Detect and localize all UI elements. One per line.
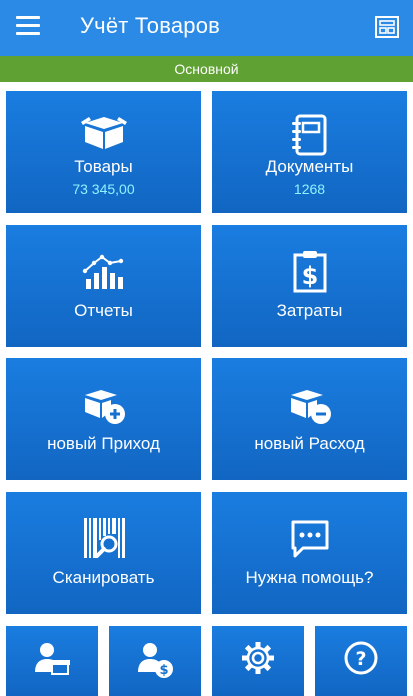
box-icon [6,113,201,157]
tile-label: Отчеты [74,301,133,320]
expense-icon: $ [212,249,407,293]
customers-button[interactable]: $ [109,626,201,696]
layout-icon [375,16,399,38]
box-minus-icon [212,386,407,430]
tile-expenses[interactable]: $ Затраты [212,225,407,347]
mode-bar: Основной [0,56,413,82]
tile-label: Сканировать [52,568,155,587]
svg-text:?: ? [355,648,366,670]
document-icon [212,113,407,157]
customer-money-icon: $ [135,640,175,685]
svg-text:$: $ [301,262,318,290]
svg-text:$: $ [159,663,168,678]
help-button[interactable]: ? [315,626,407,696]
layout-toggle-button[interactable] [374,14,400,40]
help-icon: ? [343,640,379,681]
box-plus-icon [6,386,201,430]
tile-products[interactable]: Товары 73 345,00 [6,91,201,213]
tile-label: Затраты [276,301,343,320]
documents-count-value: 1268 [293,181,326,197]
hamburger-line [16,24,40,27]
barcode-scan-icon [6,514,201,558]
chat-icon [212,518,407,562]
hamburger-line [16,32,40,35]
products-total-value: 73 345,00 [72,181,135,197]
chart-icon [6,253,201,297]
tile-documents[interactable]: Документы 1268 [212,91,407,213]
app-title: Учёт Товаров [80,13,221,38]
supplier-icon [32,640,72,685]
tile-help[interactable]: Нужна помощь? [212,492,407,614]
app-bar: Учёт Товаров [0,0,413,56]
tile-label: новый Приход [47,434,160,453]
tile-new-expense[interactable]: новый Расход [212,358,407,480]
tile-label: Нужна помощь? [245,568,374,587]
settings-button[interactable] [212,626,304,696]
menu-button[interactable] [16,16,40,36]
tile-label: Документы [265,157,354,176]
settings-gear-icon [240,640,276,681]
hamburger-line [16,16,40,19]
tile-reports[interactable]: Отчеты [6,225,201,347]
tile-scan[interactable]: Сканировать [6,492,201,614]
tile-new-income[interactable]: новый Приход [6,358,201,480]
tile-label: Товары [74,157,133,176]
suppliers-button[interactable] [6,626,98,696]
tile-label: новый Расход [254,434,365,453]
